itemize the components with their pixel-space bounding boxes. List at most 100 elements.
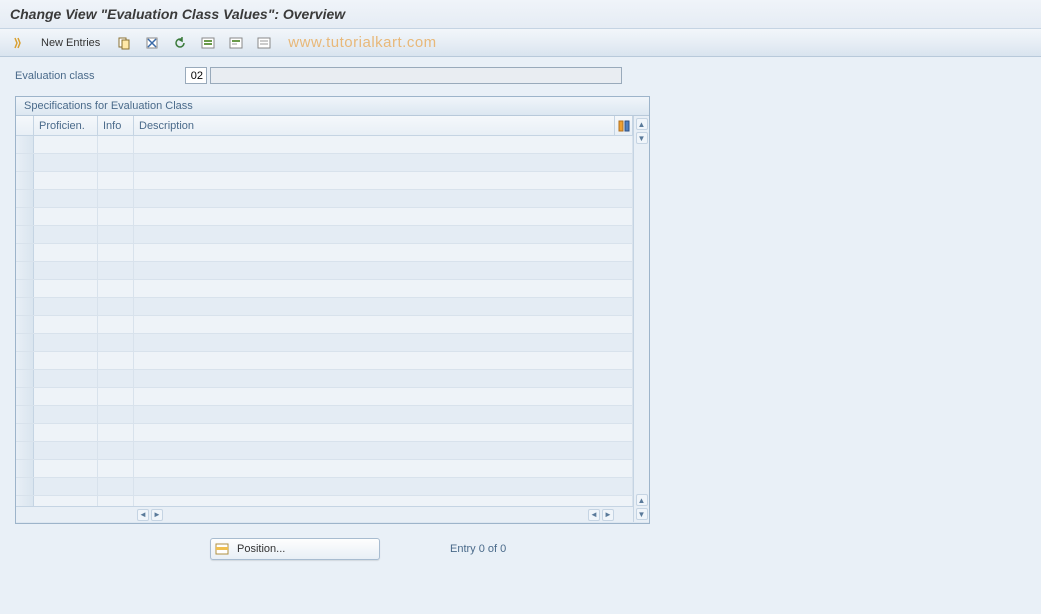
row-selector[interactable] xyxy=(16,226,34,243)
cell-proficien[interactable] xyxy=(34,208,98,225)
table-row[interactable] xyxy=(16,190,633,208)
table-row[interactable] xyxy=(16,442,633,460)
column-info[interactable]: Info xyxy=(98,116,134,135)
cell-description[interactable] xyxy=(134,280,633,297)
cell-proficien[interactable] xyxy=(34,478,98,495)
row-selector[interactable] xyxy=(16,208,34,225)
row-selector[interactable] xyxy=(16,172,34,189)
cell-description[interactable] xyxy=(134,370,633,387)
cell-info[interactable] xyxy=(98,226,134,243)
row-selector[interactable] xyxy=(16,478,34,495)
row-selector[interactable] xyxy=(16,406,34,423)
cell-info[interactable] xyxy=(98,244,134,261)
row-selector[interactable] xyxy=(16,244,34,261)
table-row[interactable] xyxy=(16,460,633,478)
scroll-down-end-icon[interactable]: ▼ xyxy=(636,508,648,520)
cell-info[interactable] xyxy=(98,334,134,351)
cell-description[interactable] xyxy=(134,136,633,153)
cell-description[interactable] xyxy=(134,316,633,333)
row-selector[interactable] xyxy=(16,334,34,351)
row-selector[interactable] xyxy=(16,460,34,477)
table-row[interactable] xyxy=(16,406,633,424)
cell-proficien[interactable] xyxy=(34,136,98,153)
cell-proficien[interactable] xyxy=(34,424,98,441)
cell-proficien[interactable] xyxy=(34,298,98,315)
cell-proficien[interactable] xyxy=(34,226,98,243)
position-button[interactable]: Position... xyxy=(210,538,380,560)
delete-icon[interactable] xyxy=(140,33,164,53)
scroll-up-icon[interactable]: ▲ xyxy=(636,118,648,130)
cell-info[interactable] xyxy=(98,496,134,506)
cell-proficien[interactable] xyxy=(34,370,98,387)
table-row[interactable] xyxy=(16,136,633,154)
table-row[interactable] xyxy=(16,334,633,352)
deselect-all-icon[interactable] xyxy=(252,33,276,53)
column-description[interactable]: Description xyxy=(134,116,615,135)
row-selector[interactable] xyxy=(16,190,34,207)
cell-description[interactable] xyxy=(134,406,633,423)
table-row[interactable] xyxy=(16,496,633,506)
cell-info[interactable] xyxy=(98,406,134,423)
column-proficien[interactable]: Proficien. xyxy=(34,116,98,135)
table-row[interactable] xyxy=(16,244,633,262)
cell-info[interactable] xyxy=(98,478,134,495)
row-selector[interactable] xyxy=(16,424,34,441)
row-selector[interactable] xyxy=(16,136,34,153)
cell-proficien[interactable] xyxy=(34,460,98,477)
row-selector[interactable] xyxy=(16,388,34,405)
column-select[interactable] xyxy=(16,116,34,135)
new-entries-button[interactable]: New Entries xyxy=(36,33,108,53)
cell-proficien[interactable] xyxy=(34,334,98,351)
scroll-right-end-icon[interactable]: ► xyxy=(602,509,614,521)
table-row[interactable] xyxy=(16,280,633,298)
select-all-icon[interactable] xyxy=(196,33,220,53)
cell-proficien[interactable] xyxy=(34,442,98,459)
evaluation-class-input[interactable] xyxy=(185,67,207,84)
row-selector[interactable] xyxy=(16,352,34,369)
cell-proficien[interactable] xyxy=(34,388,98,405)
table-row[interactable] xyxy=(16,298,633,316)
row-selector[interactable] xyxy=(16,280,34,297)
cell-description[interactable] xyxy=(134,334,633,351)
cell-info[interactable] xyxy=(98,262,134,279)
cell-info[interactable] xyxy=(98,190,134,207)
cell-description[interactable] xyxy=(134,244,633,261)
cell-info[interactable] xyxy=(98,298,134,315)
cell-info[interactable] xyxy=(98,154,134,171)
table-row[interactable] xyxy=(16,388,633,406)
undo-icon[interactable] xyxy=(168,33,192,53)
row-selector[interactable] xyxy=(16,262,34,279)
toggle-icon[interactable] xyxy=(8,33,32,53)
cell-description[interactable] xyxy=(134,226,633,243)
cell-proficien[interactable] xyxy=(34,244,98,261)
cell-proficien[interactable] xyxy=(34,190,98,207)
cell-info[interactable] xyxy=(98,136,134,153)
cell-info[interactable] xyxy=(98,388,134,405)
scroll-left-end-icon[interactable]: ◄ xyxy=(588,509,600,521)
table-row[interactable] xyxy=(16,208,633,226)
table-configure-icon[interactable] xyxy=(615,116,633,135)
cell-proficien[interactable] xyxy=(34,316,98,333)
table-row[interactable] xyxy=(16,226,633,244)
cell-description[interactable] xyxy=(134,460,633,477)
cell-info[interactable] xyxy=(98,442,134,459)
table-row[interactable] xyxy=(16,352,633,370)
cell-proficien[interactable] xyxy=(34,352,98,369)
row-selector[interactable] xyxy=(16,154,34,171)
cell-proficien[interactable] xyxy=(34,496,98,506)
cell-info[interactable] xyxy=(98,460,134,477)
copy-icon[interactable] xyxy=(112,33,136,53)
cell-description[interactable] xyxy=(134,154,633,171)
table-row[interactable] xyxy=(16,316,633,334)
row-selector[interactable] xyxy=(16,442,34,459)
table-row[interactable] xyxy=(16,370,633,388)
cell-description[interactable] xyxy=(134,442,633,459)
row-selector[interactable] xyxy=(16,316,34,333)
cell-description[interactable] xyxy=(134,424,633,441)
cell-proficien[interactable] xyxy=(34,154,98,171)
row-selector[interactable] xyxy=(16,496,34,506)
table-row[interactable] xyxy=(16,262,633,280)
cell-info[interactable] xyxy=(98,172,134,189)
cell-info[interactable] xyxy=(98,424,134,441)
cell-info[interactable] xyxy=(98,352,134,369)
